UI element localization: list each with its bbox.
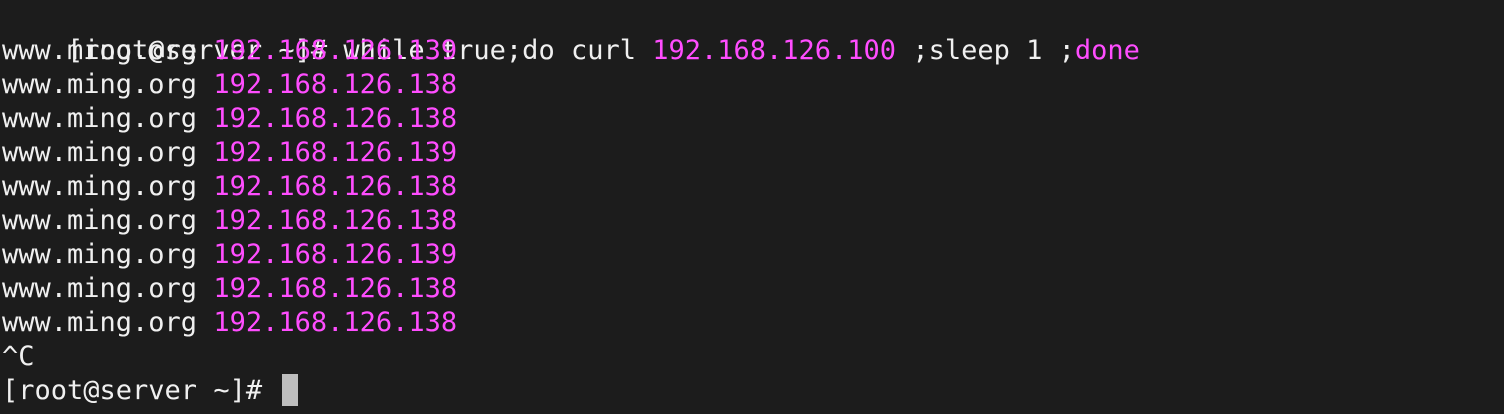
command-done-keyword: done xyxy=(1074,35,1140,66)
output-ip: 192.168.126.139 xyxy=(213,239,458,270)
shell-prompt: [root@server ~]# xyxy=(2,375,279,406)
text-cursor[interactable] xyxy=(282,373,299,406)
output-host: www.ming.org xyxy=(2,307,214,338)
output-line: www.ming.org 192.168.126.139 xyxy=(2,136,1502,170)
output-host: www.ming.org xyxy=(2,205,214,236)
output-ip: 192.168.126.139 xyxy=(213,35,458,66)
output-line: www.ming.org 192.168.126.139 xyxy=(2,238,1502,272)
output-host: www.ming.org xyxy=(2,171,214,202)
interrupt-signal: ^C xyxy=(2,341,35,372)
command-ip: 192.168.126.100 xyxy=(652,35,897,66)
output-line: www.ming.org 192.168.126.138 xyxy=(2,102,1502,136)
output-host: www.ming.org xyxy=(2,273,214,304)
output-ip: 192.168.126.138 xyxy=(213,69,458,100)
output-ip: 192.168.126.138 xyxy=(213,171,458,202)
output-line: www.ming.org 192.168.126.138 xyxy=(2,306,1502,340)
terminal-window[interactable]: [root@server ~]# while true;do curl 192.… xyxy=(2,0,1502,414)
command-line: [root@server ~]# while true;do curl 192.… xyxy=(2,0,1502,66)
command-text-part2: ;sleep 1 ; xyxy=(896,35,1075,66)
output-host: www.ming.org xyxy=(2,35,214,66)
output-line: www.ming.org 192.168.126.138 xyxy=(2,272,1502,306)
interrupt-line: ^C xyxy=(2,340,1502,374)
output-ip: 192.168.126.138 xyxy=(213,205,458,236)
output-ip: 192.168.126.139 xyxy=(213,137,458,168)
output-ip: 192.168.126.138 xyxy=(213,103,458,134)
output-line: www.ming.org 192.168.126.138 xyxy=(2,68,1502,102)
output-host: www.ming.org xyxy=(2,69,214,100)
output-host: www.ming.org xyxy=(2,239,214,270)
current-prompt-line[interactable]: [root@server ~]# xyxy=(2,373,1502,408)
output-line: www.ming.org 192.168.126.138 xyxy=(2,170,1502,204)
output-line: www.ming.org 192.168.126.138 xyxy=(2,204,1502,238)
output-ip: 192.168.126.138 xyxy=(213,273,458,304)
output-ip: 192.168.126.138 xyxy=(213,307,458,338)
output-host: www.ming.org xyxy=(2,103,214,134)
output-host: www.ming.org xyxy=(2,137,214,168)
